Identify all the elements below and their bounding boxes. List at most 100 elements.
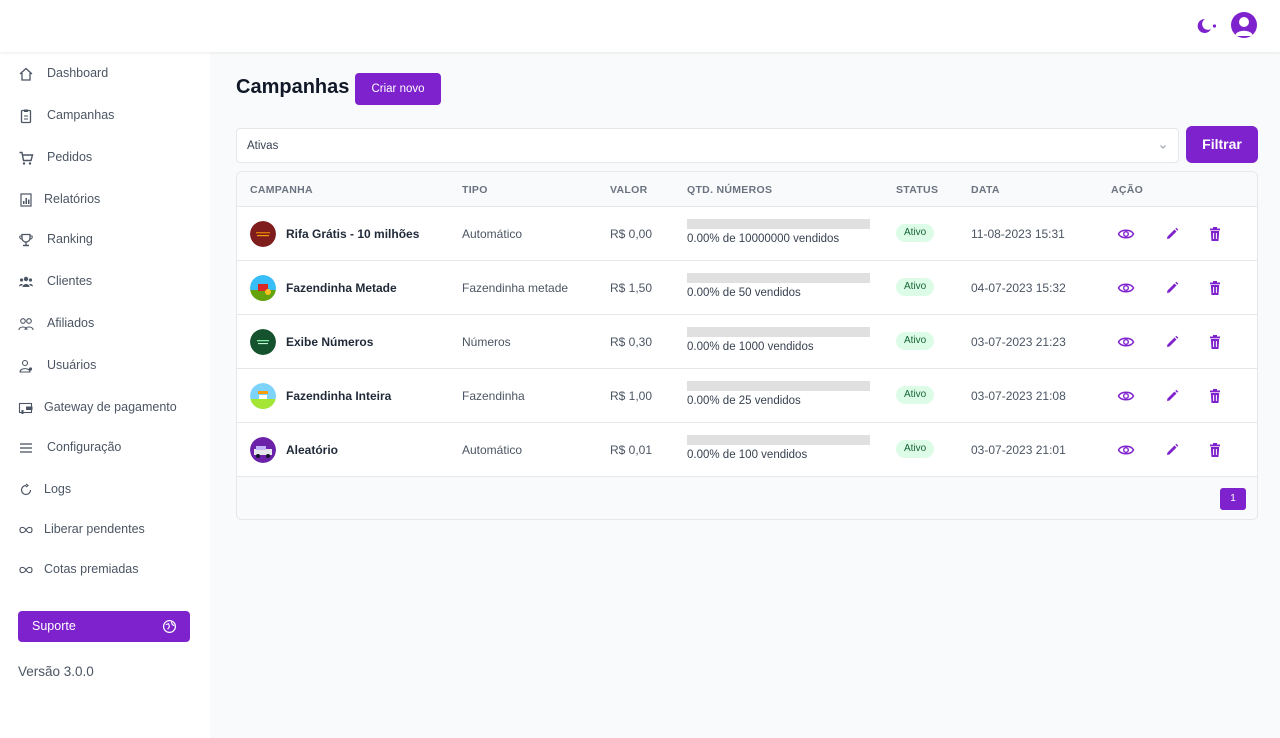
edit-pencil-icon[interactable] [1163, 279, 1181, 297]
sidebar-item-relatorios[interactable]: Relatórios [0, 184, 210, 214]
user-avatar[interactable] [1231, 12, 1257, 38]
sidebar-item-campanhas[interactable]: Campanhas [0, 100, 210, 130]
filter-button[interactable]: Filtrar [1186, 126, 1258, 163]
chevron-down-icon [1160, 145, 1166, 149]
campaign-value: R$ 0,30 [610, 335, 653, 349]
edit-pencil-icon[interactable] [1163, 333, 1181, 351]
sidebar-item-label: Campanhas [47, 108, 115, 122]
edit-pencil-icon[interactable] [1163, 225, 1181, 243]
cart-icon [19, 151, 34, 165]
campaign-value: R$ 0,00 [610, 227, 653, 241]
refresh-icon [20, 483, 32, 496]
sidebar-item-label: Configuração [47, 440, 122, 454]
campaign-thumbnail [250, 437, 276, 463]
sidebar-item-logs[interactable]: Logs [0, 474, 210, 504]
top-bar [0, 0, 1280, 52]
sidebar-item-label: Liberar pendentes [44, 522, 145, 536]
table-footer: 1 [237, 476, 1257, 519]
view-eye-icon[interactable] [1117, 441, 1135, 459]
delete-trash-icon[interactable] [1206, 279, 1224, 297]
sidebar-item-usuarios[interactable]: Usuários [0, 350, 210, 380]
support-button[interactable]: Suporte [18, 611, 190, 642]
sidebar-item-label: Relatórios [44, 192, 101, 206]
progress-text: 0.00% de 1000 vendidos [687, 341, 814, 353]
header-acao: AÇÃO [1111, 184, 1144, 196]
view-eye-icon[interactable] [1117, 225, 1135, 243]
sidebar-item-label: Clientes [47, 274, 93, 288]
sidebar-item-gateway[interactable]: Gateway de pagamento [0, 392, 210, 422]
view-eye-icon[interactable] [1117, 279, 1135, 297]
home-icon [19, 67, 33, 81]
infinity-icon [19, 566, 33, 574]
table-row: Aleatório Automático R$ 0,01 0.00% de 10… [237, 423, 1257, 477]
sidebar-item-label: Cotas premiadas [44, 562, 139, 576]
header-data: DATA [971, 184, 1000, 196]
sidebar-item-label: Pedidos [47, 150, 93, 164]
progress-bar [687, 219, 870, 229]
table-row: Fazendinha Inteira Fazendinha R$ 1,00 0.… [237, 369, 1257, 423]
campaign-type: Automático [462, 443, 523, 457]
campaign-date: 03-07-2023 21:01 [971, 443, 1066, 457]
delete-trash-icon[interactable] [1206, 387, 1224, 405]
sidebar-item-label: Usuários [47, 358, 97, 372]
campaign-name: Rifa Grátis - 10 milhões [286, 227, 420, 241]
header-qtd-numeros: QTD. NÚMEROS [687, 184, 773, 196]
status-badge: Ativo [896, 386, 935, 404]
create-new-button[interactable]: Criar novo [355, 73, 441, 105]
sidebar-item-ranking[interactable]: Ranking [0, 224, 210, 254]
progress-text: 0.00% de 100 vendidos [687, 449, 808, 461]
delete-trash-icon[interactable] [1206, 333, 1224, 351]
sidebar-item-label: Dashboard [47, 66, 109, 80]
status-filter-select[interactable]: Ativas [236, 128, 1179, 163]
table-row: Fazendinha Metade Fazendinha metade R$ 1… [237, 261, 1257, 315]
progress-text: 0.00% de 50 vendidos [687, 287, 801, 299]
sidebar: Dashboard Campanhas Pedidos Relatórios R… [0, 52, 210, 738]
sidebar-item-dashboard[interactable]: Dashboard [0, 58, 210, 88]
progress-text: 0.00% de 10000000 vendidos [687, 233, 840, 245]
campaigns-table: CAMPANHA TIPO VALOR QTD. NÚMEROS STATUS … [236, 171, 1258, 520]
dark-mode-moon-icon[interactable] [1196, 16, 1218, 36]
sidebar-item-pedidos[interactable]: Pedidos [0, 142, 210, 172]
status-badge: Ativo [896, 224, 935, 242]
sidebar-item-clientes[interactable]: Clientes [0, 266, 210, 296]
header-tipo: TIPO [462, 184, 488, 196]
view-eye-icon[interactable] [1117, 387, 1135, 405]
sidebar-item-liberar-pendentes[interactable]: Liberar pendentes [0, 514, 210, 544]
campaign-thumbnail [250, 383, 276, 409]
campaign-thumbnail [250, 275, 276, 301]
edit-pencil-icon[interactable] [1163, 441, 1181, 459]
status-badge: Ativo [896, 278, 935, 296]
infinity-icon [19, 526, 33, 534]
status-badge: Ativo [896, 440, 935, 458]
delete-trash-icon[interactable] [1206, 225, 1224, 243]
sidebar-item-afiliados[interactable]: Afiliados [0, 308, 210, 338]
sidebar-item-label: Ranking [47, 232, 93, 246]
campaign-type: Automático [462, 227, 523, 241]
header-valor: VALOR [610, 184, 648, 196]
sidebar-item-label: Logs [44, 482, 72, 496]
campaign-name: Fazendinha Inteira [286, 389, 392, 403]
campaign-type: Números [462, 335, 511, 349]
campaign-type: Fazendinha metade [462, 281, 569, 295]
campaign-value: R$ 1,00 [610, 389, 653, 403]
sidebar-item-configuracao[interactable]: Configuração [0, 432, 210, 462]
view-eye-icon[interactable] [1117, 333, 1135, 351]
edit-pencil-icon[interactable] [1163, 387, 1181, 405]
sidebar-item-cotas-premiadas[interactable]: Cotas premiadas [0, 554, 210, 584]
campaign-date: 04-07-2023 15:32 [971, 281, 1066, 295]
page-title: Campanhas [236, 76, 350, 98]
report-icon [20, 193, 32, 207]
campaign-type: Fazendinha [462, 389, 525, 403]
table-row: Rifa Grátis - 10 milhões Automático R$ 0… [237, 207, 1257, 261]
delete-trash-icon[interactable] [1206, 441, 1224, 459]
campaign-name: Exibe Números [286, 335, 374, 349]
support-button-label: Suporte [32, 619, 76, 633]
progress-text: 0.00% de 25 vendidos [687, 395, 801, 407]
trophy-icon [19, 233, 33, 247]
campaign-value: R$ 1,50 [610, 281, 653, 295]
clipboard-icon [20, 109, 32, 124]
campaign-date: 03-07-2023 21:23 [971, 335, 1066, 349]
sidebar-item-label: Gateway de pagamento [44, 400, 177, 414]
pagination-page-button[interactable]: 1 [1220, 488, 1246, 510]
sidebar-item-label: Afiliados [47, 316, 95, 330]
